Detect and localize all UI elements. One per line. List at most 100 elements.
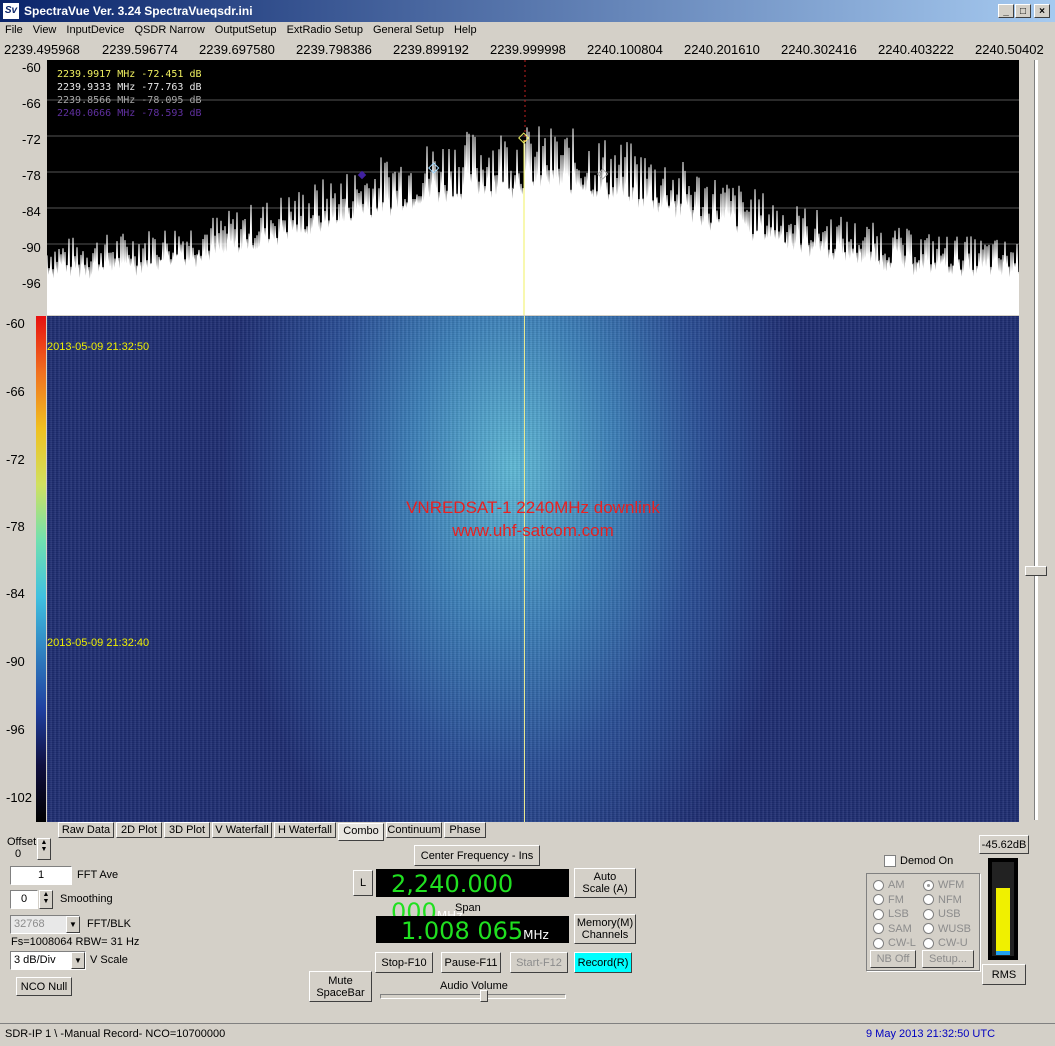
ruler-label: 2239.899192 [393,42,469,57]
slider-thumb[interactable] [1025,566,1047,576]
memory-channels-button[interactable]: Memory(M) Channels [574,914,636,944]
radio-icon [923,937,934,949]
menu-bar: File View InputDevice QSDR Narrow OutputSetu… [0,22,1055,41]
spectrum-y-label: -72 [22,132,41,147]
meter-bar [996,888,1010,954]
app-logo-icon: Sv [3,3,19,19]
tab-h-waterfall[interactable]: H Waterfall [274,822,336,838]
menu-view[interactable]: View [28,22,62,36]
menu-qsdr-narrow[interactable]: QSDR Narrow [129,22,209,36]
radio-icon [923,908,934,920]
marker-readout-3: 2239.8566 MHz -78.095 dB [57,95,202,106]
mode-label: AM [888,879,905,891]
rms-button[interactable]: RMS [982,964,1026,985]
tab-combo[interactable]: Combo [338,823,384,841]
mode-wusb[interactable]: WUSB [923,922,971,937]
maximize-button[interactable]: □ [1015,4,1031,18]
menu-file[interactable]: File [0,22,28,36]
spectrum-y-label: -84 [22,204,41,219]
mode-wfm[interactable]: WFM [923,878,971,893]
tab-continuum[interactable]: Continuum [386,822,442,838]
tab-3d-plot[interactable]: 3D Plot [164,822,210,838]
status-datetime: 9 May 2013 21:32:50 UTC [866,1028,996,1040]
span-unit: MHz [523,928,549,942]
mode-cw-u[interactable]: CW-U [923,936,971,951]
waterfall-y-label: -96 [6,722,25,737]
waterfall-display[interactable]: 2013-05-09 21:32:50 2013-05-09 21:32:40 … [47,316,1019,822]
tab-v-waterfall[interactable]: V Waterfall [212,822,272,838]
menu-output-setup[interactable]: OutputSetup [210,22,282,36]
mode-am[interactable]: AM [873,878,916,893]
mode-fm[interactable]: FM [873,893,916,908]
close-button[interactable]: × [1034,4,1050,18]
marker-readouts: 2239.9917 MHz -72.451 dB 2239.9333 MHz -… [57,68,202,120]
waterfall-timestamp: 2013-05-09 21:32:50 [47,341,150,353]
menu-extradio-setup[interactable]: ExtRadio Setup [282,22,368,36]
chevron-down-icon[interactable]: ▼ [71,952,85,969]
mode-label: CW-U [938,937,968,949]
start-button[interactable]: Start-F12 [510,952,568,973]
waterfall-y-label: -72 [6,452,25,467]
mode-label: WUSB [938,922,971,935]
mode-label: WFM [938,879,965,891]
mode-sam[interactable]: SAM [873,922,916,937]
chevron-down-icon[interactable]: ▼ [66,916,80,933]
spectrum-y-label: -60 [22,60,41,75]
span-display[interactable]: 1.008 065MHz [376,916,569,945]
menu-help[interactable]: Help [449,22,482,36]
meter-peak [996,951,1010,955]
menu-input-device[interactable]: InputDevice [61,22,129,36]
center-frequency-line [524,316,525,822]
waterfall-y-label: -90 [6,654,25,669]
offset-spinner[interactable]: ▲ ▼ [37,838,51,860]
center-frequency-display[interactable]: 2,240.000 000MHz [376,869,569,926]
tab-phase[interactable]: Phase [444,822,486,838]
record-button[interactable]: Record(R) [574,952,632,973]
audio-volume-thumb[interactable] [480,990,488,1002]
demod-mode-group: AM FM LSB SAM CW-L WFM NFM USB WUSB CW-U… [866,873,980,971]
ruler-label: 2240.302416 [781,42,857,57]
mode-lsb[interactable]: LSB [873,907,916,922]
level-slider[interactable] [1021,60,1051,820]
spectrum-plot[interactable]: 2239.9917 MHz -72.451 dB 2239.9333 MHz -… [47,60,1019,315]
smoothing-spinner[interactable]: ▲ ▼ [39,890,53,909]
waterfall-y-label: -102 [6,790,33,805]
mute-button[interactable]: Mute SpaceBar [309,971,372,1002]
mode-usb[interactable]: USB [923,907,971,922]
radio-icon [923,894,934,906]
mode-cw-l[interactable]: CW-L [873,936,916,951]
signal-level-meter [988,858,1018,960]
demod-label: Demod On [900,855,954,867]
stop-button[interactable]: Stop-F10 [375,952,433,973]
demod-checkbox[interactable] [884,855,896,868]
nb-off-button[interactable]: NB Off [870,950,916,968]
auto-scale-button[interactable]: Auto Scale (A) [574,868,636,898]
setup-button[interactable]: Setup... [922,950,974,968]
mode-nfm[interactable]: NFM [923,893,971,908]
pause-button[interactable]: Pause-F11 [441,952,501,973]
menu-general-setup[interactable]: General Setup [368,22,449,36]
ruler-label: 2240.201610 [684,42,760,57]
minimize-button[interactable]: _ [998,4,1014,18]
radio-icon [873,879,884,891]
status-bar: SDR-IP 1 \ -Manual Record- NCO=10700000 … [0,1023,1055,1046]
center-frequency-button[interactable]: Center Frequency - Ins [414,845,540,866]
demod-checkbox-row[interactable]: Demod On [884,855,954,868]
tab-raw-data[interactable]: Raw Data [58,822,114,838]
lock-l-button[interactable]: L [353,870,373,896]
smoothing-input[interactable]: 0 [10,890,38,909]
title-bar[interactable]: Sv SpectraVue Ver. 3.24 SpectraVueqsdr.i… [0,0,1055,22]
fft-blk-label: FFT/BLK [87,918,132,930]
radio-icon [873,937,884,949]
marker-readout-4: 2240.0666 MHz -78.593 dB [57,108,202,119]
audio-volume-track[interactable] [380,994,566,999]
tab-2d-plot[interactable]: 2D Plot [116,822,162,838]
nco-null-button[interactable]: NCO Null [16,977,72,996]
radio-icon [923,923,934,935]
vscale-label: V Scale [90,954,128,966]
ruler-label: 2239.495968 [4,42,80,57]
fft-ave-input[interactable]: 1 [10,866,72,885]
overlay-url: www.uhf-satcom.com [452,521,614,540]
radio-icon [873,894,884,906]
marker-readout-1: 2239.9917 MHz -72.451 dB [57,69,202,80]
